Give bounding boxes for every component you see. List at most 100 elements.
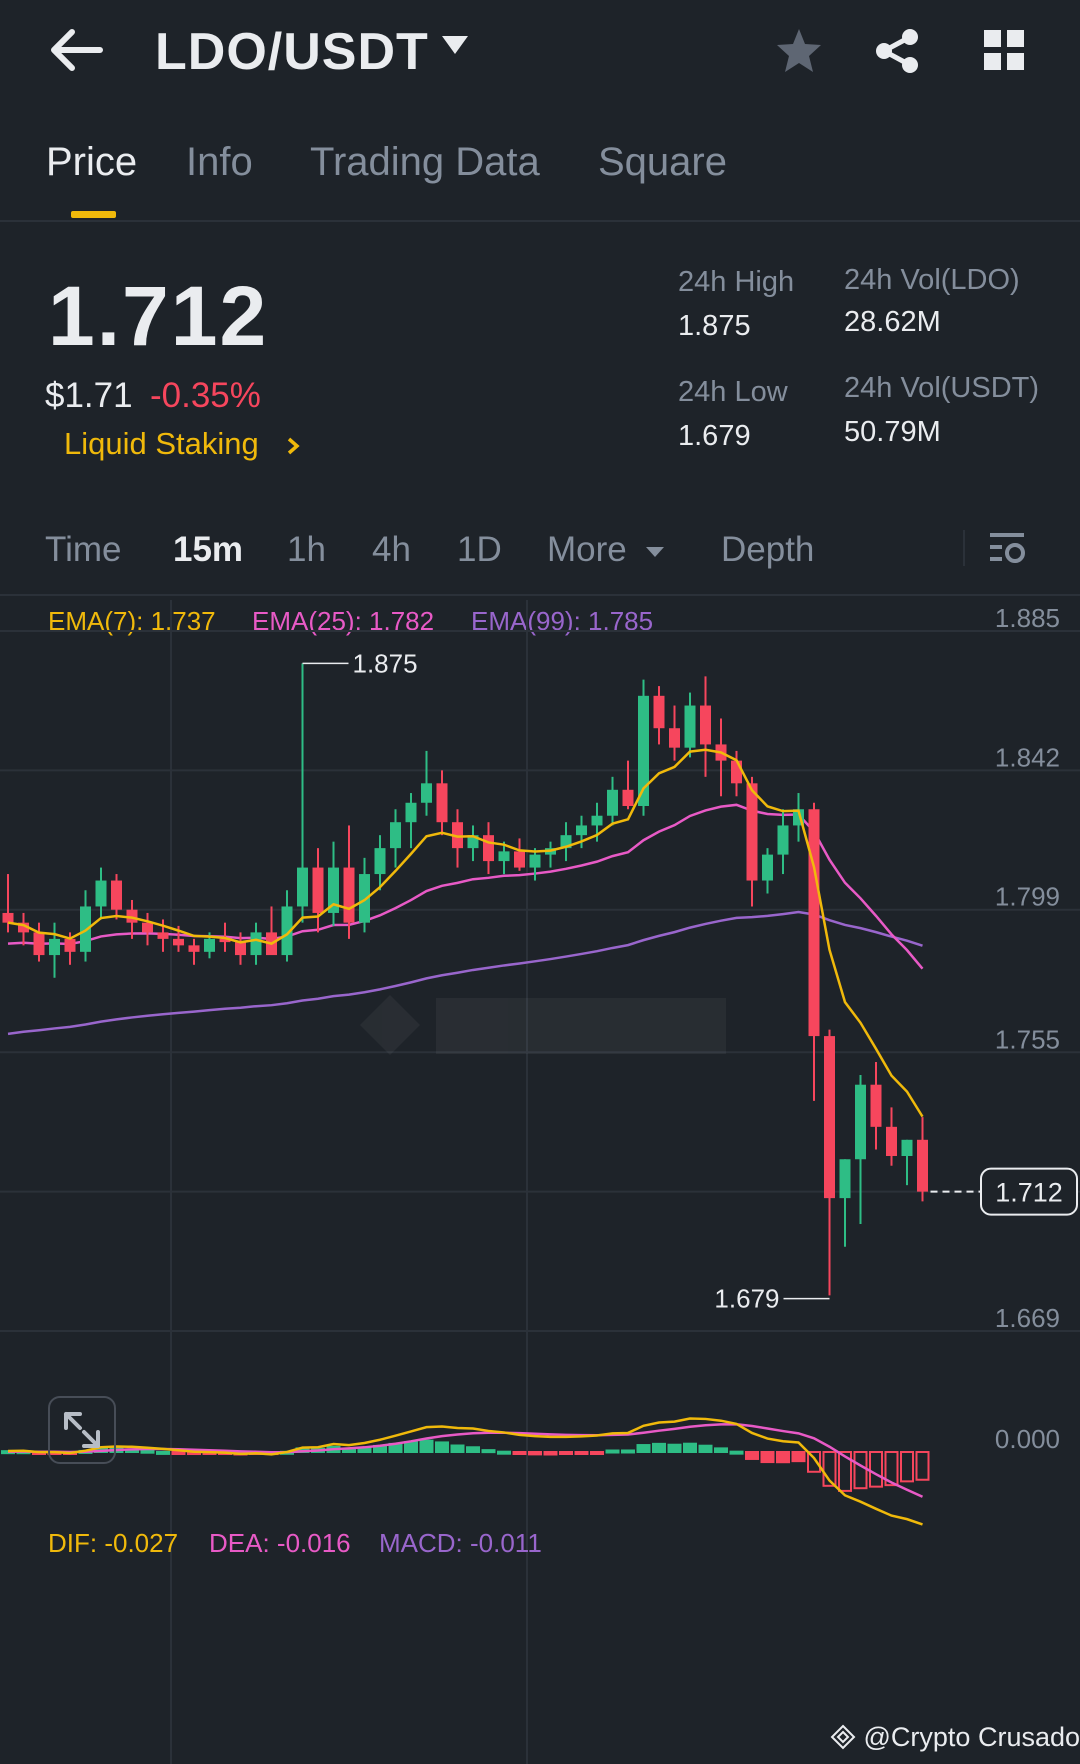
author-watermark: @Crypto Crusador — [830, 1722, 1080, 1753]
macd-histogram-bar — [574, 1451, 589, 1455]
stat-24h-high-value: 1.875 — [678, 310, 751, 342]
low-marker-label: 1.679 — [714, 1284, 779, 1314]
candle-body — [529, 854, 541, 868]
dif-legend: DIF: -0.027 — [48, 1528, 179, 1558]
candle-body — [204, 938, 215, 952]
candle-body — [498, 851, 510, 862]
caret-down-icon — [646, 546, 665, 557]
macd-histogram-bar — [605, 1449, 620, 1454]
candle-body — [514, 851, 525, 868]
category-tag-link[interactable]: Liquid Staking — [64, 426, 303, 462]
exchange-logo-icon — [830, 1724, 856, 1750]
macd-histogram-bar — [667, 1443, 682, 1453]
app-header: LDO/USDT — [0, 0, 1080, 110]
macd-histogram-bar — [714, 1447, 728, 1454]
candle-body — [700, 705, 711, 745]
candle-body — [312, 867, 324, 913]
interval-more-label: More — [547, 530, 627, 569]
interval-4h[interactable]: 4h — [372, 530, 411, 570]
candle-body — [746, 783, 758, 881]
stat-24h-vol-base-value: 28.62M — [844, 306, 941, 338]
candlestick-chart[interactable]: 1.885 1.842 1.799 1.755 1.669 1.875 1.679 1.7… — [0, 600, 1080, 1764]
stat-24h-vol-base-label: 24h Vol(LDO) — [844, 264, 1020, 296]
grid-icon[interactable] — [982, 28, 1026, 72]
dea-legend: DEA: -0.016 — [209, 1528, 351, 1558]
price-markers: 1.875 1.679 — [302, 648, 830, 1314]
macd-histogram-bar — [621, 1449, 635, 1454]
candle-body — [808, 809, 820, 1037]
candle-body — [95, 880, 107, 907]
candle-body — [111, 880, 122, 910]
candle-body — [591, 815, 603, 826]
depth-tab[interactable]: Depth — [721, 530, 814, 570]
macd-histogram-bar — [404, 1441, 418, 1453]
macd-histogram-bar — [156, 1450, 170, 1455]
macd-histogram-bar — [636, 1444, 651, 1453]
chart-settings-icon[interactable] — [988, 530, 1028, 568]
tab-price[interactable]: Price — [46, 140, 137, 185]
stat-24h-high-label: 24h High — [678, 266, 795, 298]
tab-square[interactable]: Square — [598, 140, 727, 185]
macd-histogram-bar — [466, 1446, 480, 1453]
fullscreen-button[interactable] — [48, 1396, 116, 1464]
macd-histogram-bar — [698, 1444, 713, 1454]
chevron-right-icon — [288, 437, 301, 455]
active-tab-indicator — [71, 211, 116, 218]
usd-price: $1.71 — [45, 376, 133, 415]
candle-body — [173, 938, 184, 946]
candle-body — [33, 932, 45, 956]
candle-body — [607, 789, 618, 816]
macd-histogram-bar — [683, 1442, 697, 1454]
star-icon[interactable] — [774, 26, 824, 76]
candle-body — [622, 789, 634, 806]
candle-body — [653, 695, 665, 729]
candle-body — [49, 938, 60, 956]
candle-body — [2, 912, 14, 923]
candle-body — [421, 783, 432, 803]
interval-time[interactable]: Time — [45, 530, 121, 570]
candle-body — [390, 822, 401, 849]
y-axis-label: 1.842 — [995, 742, 1060, 772]
macd-histogram-bar — [915, 1451, 930, 1481]
macd-histogram-bar — [760, 1451, 775, 1464]
pair-title[interactable]: LDO/USDT — [155, 22, 429, 82]
watermark-text: @Crypto Crusador — [863, 1722, 1080, 1752]
candles — [2, 663, 928, 1296]
stat-24h-vol-quote-value: 50.79M — [844, 416, 941, 448]
macd-legend: MACD: -0.011 — [379, 1528, 542, 1558]
y-axis-label: 1.885 — [995, 603, 1060, 633]
divider — [0, 220, 1080, 222]
macd-histogram-bar — [543, 1451, 558, 1456]
tab-info[interactable]: Info — [186, 140, 253, 185]
macd-zero-label: 0.000 — [995, 1424, 1060, 1454]
candle-body — [684, 705, 696, 748]
candle-body — [917, 1139, 928, 1192]
candle-body — [901, 1139, 913, 1156]
share-icon[interactable] — [872, 26, 922, 76]
candle-body — [839, 1159, 851, 1199]
interval-1d[interactable]: 1D — [457, 530, 502, 570]
macd-histogram-bar — [652, 1442, 666, 1453]
caret-down-icon[interactable] — [440, 34, 470, 56]
interval-more[interactable]: More — [547, 530, 666, 570]
y-axis: 1.885 1.842 1.799 1.755 1.669 — [995, 603, 1060, 1333]
candle-body — [436, 783, 448, 823]
candle-body — [297, 867, 308, 907]
candle-body — [64, 938, 76, 952]
macd-histogram-bar — [776, 1451, 790, 1464]
macd-histogram-bar — [140, 1449, 155, 1454]
back-arrow-icon[interactable] — [48, 28, 104, 72]
macd-histogram-bar — [869, 1451, 883, 1488]
candle-body — [483, 835, 494, 862]
interval-15m[interactable]: 15m — [173, 530, 243, 570]
category-tag-label: Liquid Staking — [64, 426, 259, 461]
interval-1h[interactable]: 1h — [287, 530, 326, 570]
change-percent: -0.35% — [150, 376, 261, 415]
candle-body — [576, 825, 587, 836]
macd-histogram-bar — [590, 1451, 604, 1455]
candle-body — [870, 1084, 882, 1127]
y-axis-label: 1.799 — [995, 882, 1060, 912]
tab-trading-data[interactable]: Trading Data — [310, 140, 540, 185]
macd-histogram-bar — [497, 1450, 511, 1455]
macd-panel: 0.000 — [1, 1417, 1060, 1526]
